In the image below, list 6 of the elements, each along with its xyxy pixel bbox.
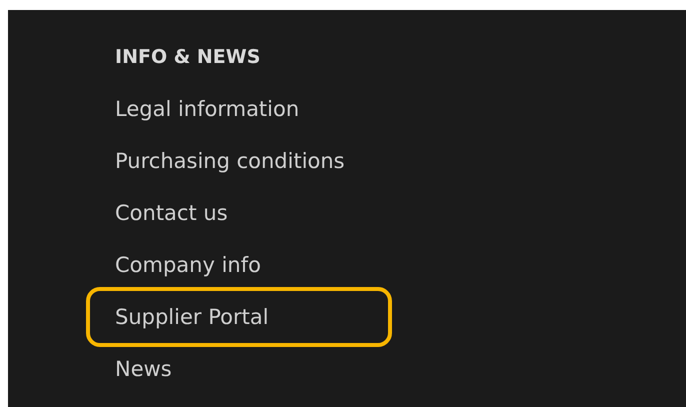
footer-link[interactable]: Purchasing conditions [90,135,388,187]
footer-link[interactable]: Contact us [90,187,388,239]
footer-link[interactable]: Legal information [90,83,388,135]
footer-link[interactable]: Company info [90,239,388,291]
section-heading: INFO & NEWS [115,45,260,70]
footer-link[interactable]: News [90,343,388,395]
